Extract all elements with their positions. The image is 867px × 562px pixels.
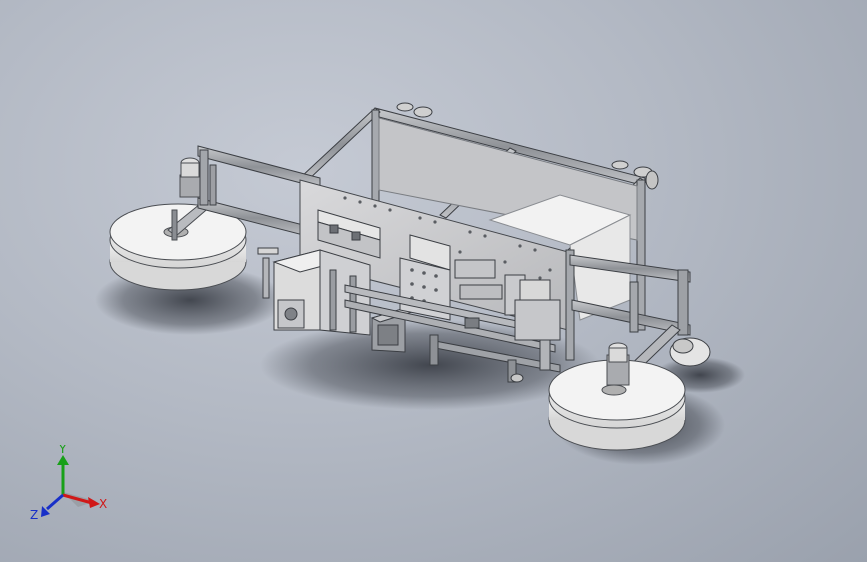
left-reel xyxy=(109,157,247,291)
z-axis-label: Z xyxy=(30,508,38,522)
z-axis-arrow xyxy=(46,493,64,511)
y-axis-label: Y xyxy=(58,445,67,456)
cad-viewport[interactable]: Y X Z xyxy=(0,0,867,562)
machine-assembly-model[interactable] xyxy=(0,0,867,562)
coordinate-triad: Y X Z xyxy=(30,445,107,522)
x-axis-label: X xyxy=(99,497,107,511)
